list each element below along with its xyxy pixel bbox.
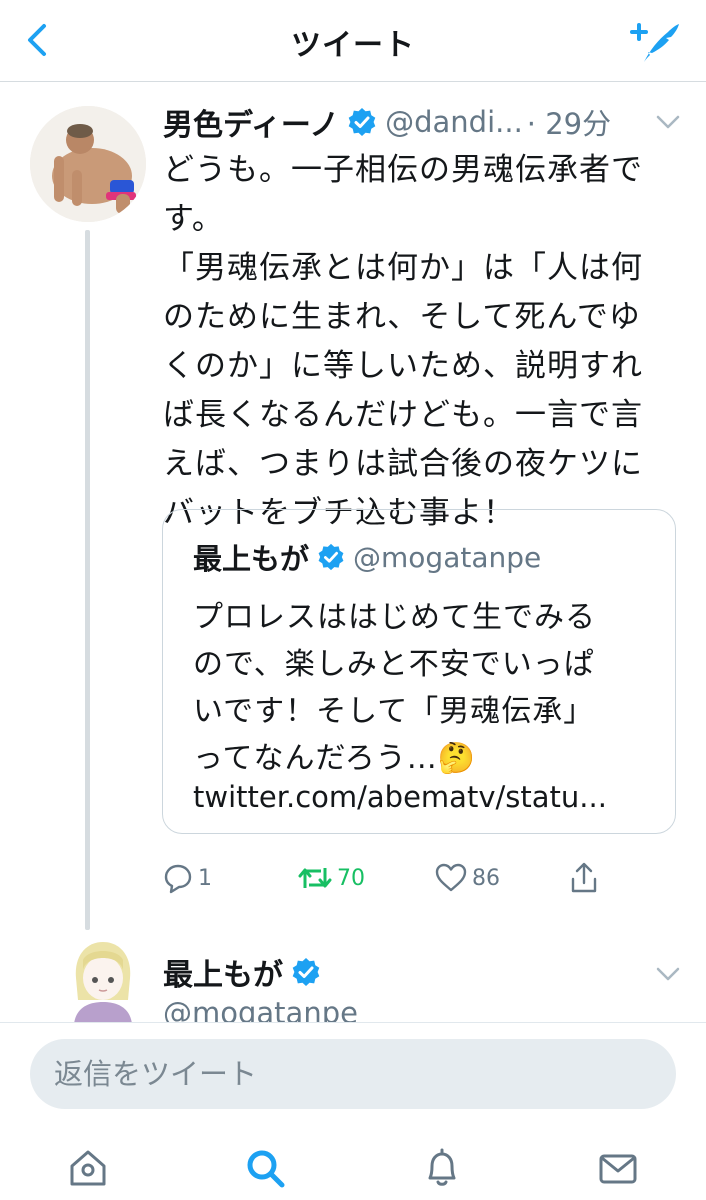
quoted-author-row: 最上もが @mogatanpe (193, 536, 541, 578)
verified-badge-icon (292, 958, 320, 986)
avatar-image (74, 942, 132, 1024)
verified-badge-icon (318, 543, 344, 571)
reply-button[interactable]: 1 (162, 858, 212, 898)
verified-badge-icon (348, 108, 376, 136)
tweet-text-line: えば、つまりは試合後の夜ケツに (163, 446, 643, 482)
tweet-text-line: す。 (163, 201, 224, 237)
tweet-text-line: 「男魂伝承とは何か」は「人は何 (163, 250, 643, 286)
reply-count: 1 (198, 865, 212, 891)
retweet-button[interactable]: 70 (297, 858, 365, 898)
quoted-tweet-card[interactable]: 最上もが @mogatanpe プロレスははじめて生でみる ので、楽しみと不安で… (162, 509, 676, 834)
reply-avatar[interactable] (66, 938, 140, 1024)
notifications-icon (428, 1148, 456, 1186)
tweet-text-line: どうも。一子相伝の男魂伝承者で (163, 152, 643, 188)
quoted-author-handle: @mogatanpe (353, 540, 542, 574)
quoted-text-line: いです！そして「男魂伝承」 (193, 694, 595, 729)
tab-bar (0, 1126, 706, 1200)
thread-line (85, 230, 90, 930)
quoted-text-line: プロレスははじめて生でみる (193, 600, 596, 635)
tab-search[interactable] (243, 1146, 287, 1190)
tweet-text-line: ば長くなるんだけども。一言で言 (163, 397, 643, 433)
quoted-author-name: 最上もが (193, 542, 310, 576)
reply-input[interactable] (30, 1039, 676, 1109)
share-icon (571, 862, 597, 893)
retweet-count: 70 (337, 865, 365, 891)
tab-home[interactable] (66, 1146, 110, 1190)
tab-messages[interactable] (596, 1146, 640, 1190)
tweet-author-row: 男色ディーノ @dandi... · 29分 (163, 100, 611, 144)
messages-icon (599, 1154, 637, 1184)
page-title: ツイート (291, 28, 415, 63)
tweet-actions: 1 70 86 (162, 858, 622, 898)
author-display-name[interactable]: 男色ディーノ (163, 100, 339, 144)
reply-icon (164, 864, 192, 894)
share-button[interactable] (568, 858, 600, 898)
chevron-down-icon[interactable] (654, 112, 682, 132)
reply-author-row: 最上もが (163, 950, 329, 994)
search-icon (247, 1150, 285, 1188)
avatar[interactable] (30, 106, 146, 222)
quoted-text-line: ので、楽しみと不安でいっぱ (193, 647, 595, 682)
quoted-tweet-link[interactable]: twitter.com/abematv/statu... (193, 780, 653, 814)
compose-tweet-icon (630, 23, 679, 62)
tweet-text-line: のために生まれ、そして死んでゆ (163, 299, 641, 335)
reply-composer (0, 1022, 706, 1126)
avatar-image (30, 106, 146, 222)
compose-tweet-button[interactable] (626, 16, 682, 66)
quoted-text-line: ってなんだろう…🤔 (193, 741, 477, 776)
quoted-tweet-text: プロレスははじめて生でみる ので、楽しみと不安でいっぱ いです！そして「男魂伝承… (193, 594, 653, 782)
tab-notifications[interactable] (420, 1146, 464, 1190)
like-button[interactable]: 86 (434, 858, 500, 898)
like-count: 86 (472, 865, 500, 891)
heart-icon (435, 863, 467, 892)
tweet-text: どうも。一子相伝の男魂伝承者で す。 「男魂伝承とは何か」は「人は何 のために生… (163, 146, 683, 538)
tweet-text-line: くのか」に等しいため、説明すれ (163, 348, 643, 384)
tweet-timestamp: · 29分 (526, 107, 612, 141)
retweet-icon (298, 868, 332, 888)
home-icon (70, 1150, 106, 1186)
author-handle[interactable]: @dandi... (385, 105, 523, 139)
reply-author-name[interactable]: 最上もが (163, 950, 283, 994)
header-bar: ツイート (0, 0, 706, 82)
chevron-down-icon[interactable] (654, 964, 682, 984)
